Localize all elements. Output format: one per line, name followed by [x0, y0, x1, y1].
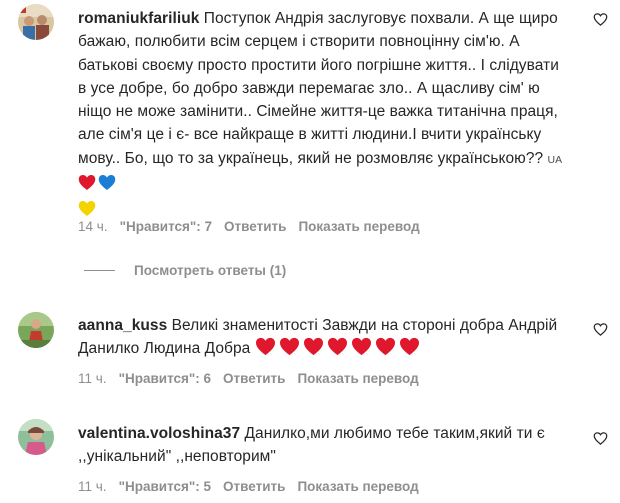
translate-button[interactable]: Показать перевод — [297, 479, 418, 494]
likes-count[interactable]: "Нравится": 7 — [120, 219, 212, 234]
red-heart-emoji — [399, 337, 420, 363]
red-heart-emoji — [327, 337, 348, 363]
reply-button[interactable]: Ответить — [224, 219, 286, 234]
reply-button[interactable]: Ответить — [223, 479, 285, 494]
translate-button[interactable]: Показать перевод — [298, 219, 419, 234]
likes-count[interactable]: "Нравится": 5 — [119, 479, 211, 494]
view-replies-button[interactable]: Посмотреть ответы (1) — [84, 263, 286, 278]
view-replies-label[interactable]: Посмотреть ответы (1) — [134, 263, 286, 278]
comment-body: aanna_kuss Великі знаменитості Завжди на… — [78, 314, 570, 364]
red-heart-emoji — [279, 337, 300, 363]
reply-button[interactable]: Ответить — [223, 371, 285, 386]
comment-meta: 11 ч. "Нравится": 6 Ответить Показать пе… — [78, 371, 419, 386]
comment-username[interactable]: aanna_kuss — [78, 317, 167, 334]
comment-meta: 11 ч. "Нравится": 5 Ответить Показать пе… — [78, 479, 419, 494]
red-heart-emoji — [78, 174, 96, 198]
translate-button[interactable]: Показать перевод — [297, 371, 418, 386]
heart-outline-icon[interactable] — [593, 12, 608, 27]
blue-heart-emoji — [98, 174, 116, 198]
heart-outline-icon[interactable] — [593, 322, 608, 337]
comment-username[interactable]: valentina.voloshina37 — [78, 425, 240, 442]
comment-username[interactable]: romaniukfariliuk — [78, 10, 199, 27]
avatar[interactable] — [18, 312, 54, 348]
comment-time[interactable]: 11 ч. — [78, 479, 107, 494]
avatar[interactable] — [18, 4, 54, 40]
red-heart-emoji — [375, 337, 396, 363]
avatar[interactable] — [18, 419, 54, 455]
comment-body: valentina.voloshina37 Данилко,ми любимо … — [78, 422, 570, 469]
comment-time[interactable]: 14 ч. — [78, 219, 108, 234]
likes-count[interactable]: "Нравится": 6 — [119, 371, 211, 386]
heart-outline-icon[interactable] — [593, 431, 608, 446]
comment-time[interactable]: 11 ч. — [78, 371, 107, 386]
comment-body: romaniukfariliuk Поступок Андрія заслуго… — [78, 7, 570, 225]
comment-meta: 14 ч. "Нравится": 7 Ответить Показать пе… — [78, 219, 420, 234]
replies-divider — [84, 270, 115, 271]
red-heart-emoji — [255, 337, 276, 363]
red-heart-emoji — [303, 337, 324, 363]
flag-label: UA — [547, 153, 563, 166]
red-heart-emoji — [351, 337, 372, 363]
comment-text: Поступок Андрія заслуговує похвали. А ще… — [78, 10, 559, 167]
